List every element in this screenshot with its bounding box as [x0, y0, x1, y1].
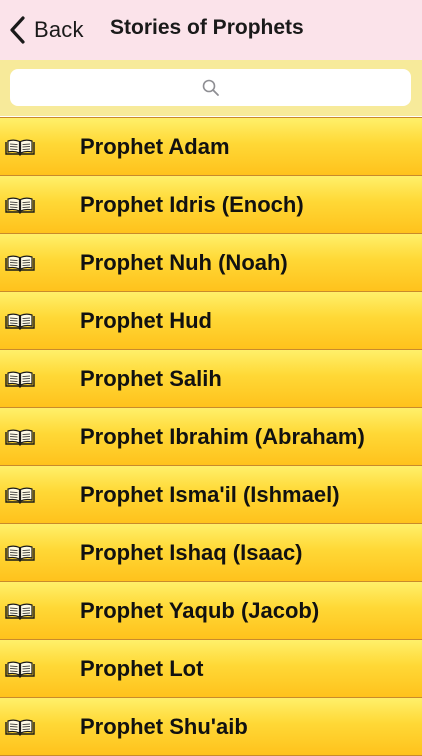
- book-icon: [5, 197, 35, 214]
- book-icon: [5, 487, 35, 504]
- list-item[interactable]: Prophet Shu'aib: [0, 698, 422, 756]
- list-item-label: Prophet Idris (Enoch): [80, 192, 304, 217]
- chevron-left-icon: [10, 16, 25, 44]
- book-icon: [5, 603, 35, 620]
- book-icon: [5, 719, 35, 736]
- book-icon: [5, 255, 35, 272]
- list-item-label: Prophet Hud: [80, 308, 212, 333]
- list-item-label: Prophet Ishaq (Isaac): [80, 540, 303, 565]
- list-item[interactable]: Prophet Nuh (Noah): [0, 234, 422, 292]
- search-field[interactable]: [10, 69, 415, 108]
- list-item-label: Prophet Shu'aib: [80, 714, 248, 739]
- list-item[interactable]: Prophet Hud: [0, 292, 422, 350]
- list-item-label: Prophet Lot: [80, 656, 204, 681]
- book-icon: [5, 661, 35, 678]
- list-item-label: Prophet Salih: [80, 366, 222, 391]
- list-item[interactable]: Prophet Ishaq (Isaac): [0, 524, 422, 582]
- list-item-label: Prophet Yaqub (Jacob): [80, 598, 320, 623]
- search-bar: [0, 60, 422, 116]
- list-item[interactable]: Prophet Isma'il (Ishmael): [0, 466, 422, 524]
- back-label: Back: [34, 17, 84, 42]
- list-item[interactable]: Prophet Salih: [0, 350, 422, 408]
- prophet-list: Prophet Adam Prophet Idris (Enoch) Prophet…: [0, 117, 422, 756]
- back-button[interactable]: Back: [8, 14, 84, 46]
- book-icon: [5, 429, 35, 446]
- search-input[interactable]: [10, 69, 415, 108]
- list-item-label: Prophet Ibrahim (Abraham): [80, 424, 365, 449]
- book-icon: [5, 371, 35, 388]
- book-icon: [5, 545, 35, 562]
- list-item[interactable]: Prophet Ibrahim (Abraham): [0, 408, 422, 466]
- list-item-label: Prophet Adam: [80, 134, 230, 159]
- book-icon: [5, 313, 35, 330]
- list-item[interactable]: Prophet Adam: [0, 117, 422, 176]
- list-item-label: Prophet Nuh (Noah): [80, 250, 288, 275]
- page-title: Stories of Prophets: [110, 16, 304, 39]
- list-item[interactable]: Prophet Yaqub (Jacob): [0, 582, 422, 640]
- navigation-bar: Back Stories of Prophets: [0, 0, 422, 60]
- list-item-label: Prophet Isma'il (Ishmael): [80, 482, 340, 507]
- book-icon: [5, 139, 35, 156]
- list-item[interactable]: Prophet Idris (Enoch): [0, 176, 422, 234]
- list-item[interactable]: Prophet Lot: [0, 640, 422, 698]
